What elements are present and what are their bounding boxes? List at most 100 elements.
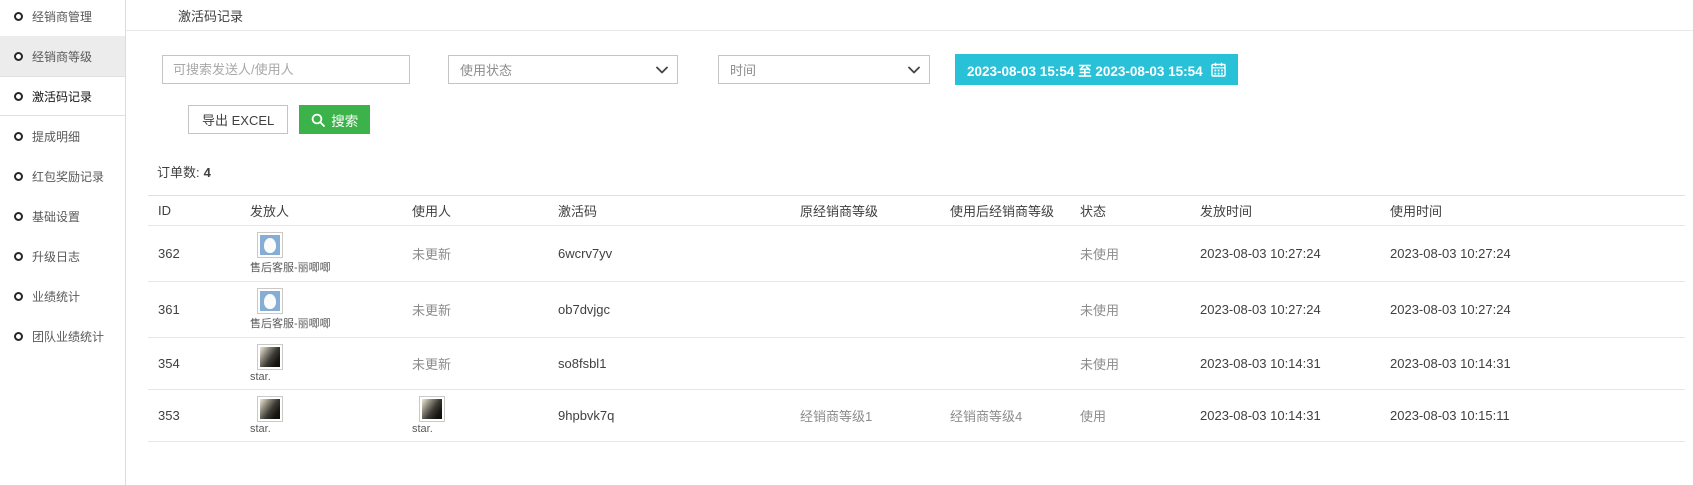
avatar	[257, 232, 283, 258]
circle-icon	[14, 212, 23, 221]
cell-sender: star.	[240, 338, 402, 390]
chevron-down-icon	[908, 66, 920, 74]
sidebar-item-label: 基础设置	[32, 208, 80, 225]
order-count-label: 订单数:	[157, 165, 200, 180]
cell-level-before: 经销商等级1	[790, 390, 940, 442]
order-count: 订单数: 4	[148, 162, 1685, 181]
column-header: 激活码	[548, 196, 790, 226]
cell-user: 未更新	[402, 226, 548, 282]
sidebar-item-7[interactable]: 业绩统计	[0, 276, 125, 316]
sidebar-item-8[interactable]: 团队业绩统计	[0, 316, 125, 356]
person: star.	[250, 396, 283, 435]
person: star.	[250, 344, 283, 383]
column-header: 使用人	[402, 196, 548, 226]
avatar	[257, 344, 283, 370]
sidebar-item-label: 激活码记录	[32, 88, 92, 105]
person-name: 售后客服-丽唧唧	[250, 315, 331, 331]
cell-used-at: 2023-08-03 10:15:11	[1380, 390, 1685, 442]
photo-avatar-image	[422, 399, 442, 419]
cell-level-after	[940, 338, 1070, 390]
cell-status: 未使用	[1070, 226, 1190, 282]
cell-level-before	[790, 282, 940, 338]
cell-level-after	[940, 282, 1070, 338]
column-header: ID	[148, 196, 240, 226]
cell-code: so8fsbl1	[548, 338, 790, 390]
search-button[interactable]: 搜索	[299, 105, 370, 134]
cell-issued-at: 2023-08-03 10:27:24	[1190, 226, 1380, 282]
sidebar-item-label: 提成明细	[32, 128, 80, 145]
photo-avatar-image	[260, 347, 280, 367]
cell-sender: 售后客服-丽唧唧	[240, 282, 402, 338]
cell-used-at: 2023-08-03 10:27:24	[1380, 226, 1685, 282]
search-input[interactable]	[162, 55, 410, 84]
cell-id: 362	[148, 226, 240, 282]
calendar-icon	[1211, 62, 1226, 77]
content-area: 使用状态 时间 2023-08-03 15:54 至 2023-08-03 15…	[126, 54, 1693, 442]
button-row: 导出 EXCEL 搜索	[188, 105, 1685, 134]
circle-icon	[14, 52, 23, 61]
cell-issued-at: 2023-08-03 10:27:24	[1190, 282, 1380, 338]
records-table: ID发放人使用人激活码原经销商等级使用后经销商等级状态发放时间使用时间 362 售…	[148, 195, 1685, 442]
table-row: 353star.star.9hpbvk7q经销商等级1经销商等级4使用2023-…	[148, 390, 1685, 442]
circle-icon	[14, 12, 23, 21]
circle-icon	[14, 332, 23, 341]
sidebar-item-6[interactable]: 升级日志	[0, 236, 125, 276]
person-name: 售后客服-丽唧唧	[250, 259, 331, 275]
page-title: 激活码记录	[178, 6, 243, 25]
export-excel-button[interactable]: 导出 EXCEL	[188, 105, 288, 134]
sidebar-item-label: 经销商管理	[32, 8, 92, 25]
table-row: 354star.未更新so8fsbl1未使用2023-08-03 10:14:3…	[148, 338, 1685, 390]
order-count-value: 4	[204, 165, 211, 180]
avatar	[419, 396, 445, 422]
sidebar-item-label: 业绩统计	[32, 288, 80, 305]
cell-user: 未更新	[402, 282, 548, 338]
cell-level-before	[790, 226, 940, 282]
cell-level-before	[790, 338, 940, 390]
date-range-value: 2023-08-03 15:54 至 2023-08-03 15:54	[967, 60, 1203, 80]
column-header: 使用后经销商等级	[940, 196, 1070, 226]
sidebar: 经销商管理经销商等级激活码记录提成明细红包奖励记录基础设置升级日志业绩统计团队业…	[0, 0, 126, 485]
cell-status: 未使用	[1070, 338, 1190, 390]
cell-user: star.	[402, 390, 548, 442]
cell-status: 使用	[1070, 390, 1190, 442]
default-avatar-image	[260, 291, 280, 311]
time-select[interactable]: 时间	[718, 55, 930, 84]
avatar	[257, 288, 283, 314]
cell-status: 未使用	[1070, 282, 1190, 338]
sidebar-item-label: 升级日志	[32, 248, 80, 265]
cell-issued-at: 2023-08-03 10:14:31	[1190, 390, 1380, 442]
sidebar-item-2[interactable]: 激活码记录	[0, 76, 125, 116]
search-icon	[311, 113, 325, 127]
photo-avatar-image	[260, 399, 280, 419]
cell-id: 361	[148, 282, 240, 338]
table-row: 362售后客服-丽唧唧未更新6wcrv7yv未使用2023-08-03 10:2…	[148, 226, 1685, 282]
cell-used-at: 2023-08-03 10:14:31	[1380, 338, 1685, 390]
column-header: 发放人	[240, 196, 402, 226]
cell-id: 354	[148, 338, 240, 390]
cell-issued-at: 2023-08-03 10:14:31	[1190, 338, 1380, 390]
circle-icon	[14, 92, 23, 101]
date-range-button[interactable]: 2023-08-03 15:54 至 2023-08-03 15:54	[955, 54, 1238, 85]
sidebar-item-5[interactable]: 基础设置	[0, 196, 125, 236]
sidebar-item-4[interactable]: 红包奖励记录	[0, 156, 125, 196]
circle-icon	[14, 292, 23, 301]
table-header-row: ID发放人使用人激活码原经销商等级使用后经销商等级状态发放时间使用时间	[148, 196, 1685, 226]
page-title-bar: 激活码记录	[126, 0, 1693, 31]
default-avatar-image	[260, 235, 280, 255]
avatar	[257, 396, 283, 422]
cell-id: 353	[148, 390, 240, 442]
status-select-value: 使用状态	[460, 60, 512, 79]
cell-used-at: 2023-08-03 10:27:24	[1380, 282, 1685, 338]
cell-level-after: 经销商等级4	[940, 390, 1070, 442]
table-row: 361售后客服-丽唧唧未更新ob7dvjgc未使用2023-08-03 10:2…	[148, 282, 1685, 338]
main-panel: 激活码记录 使用状态 时间 2023-08-03 15:54 至 2023-08…	[126, 0, 1693, 485]
sidebar-item-1[interactable]: 经销商等级	[0, 36, 125, 76]
sidebar-item-0[interactable]: 经销商管理	[0, 0, 125, 36]
cell-code: 9hpbvk7q	[548, 390, 790, 442]
sidebar-item-label: 红包奖励记录	[32, 168, 104, 185]
status-select[interactable]: 使用状态	[448, 55, 678, 84]
chevron-down-icon	[656, 66, 668, 74]
cell-sender: 售后客服-丽唧唧	[240, 226, 402, 282]
person: 售后客服-丽唧唧	[250, 232, 331, 275]
sidebar-item-3[interactable]: 提成明细	[0, 116, 125, 156]
